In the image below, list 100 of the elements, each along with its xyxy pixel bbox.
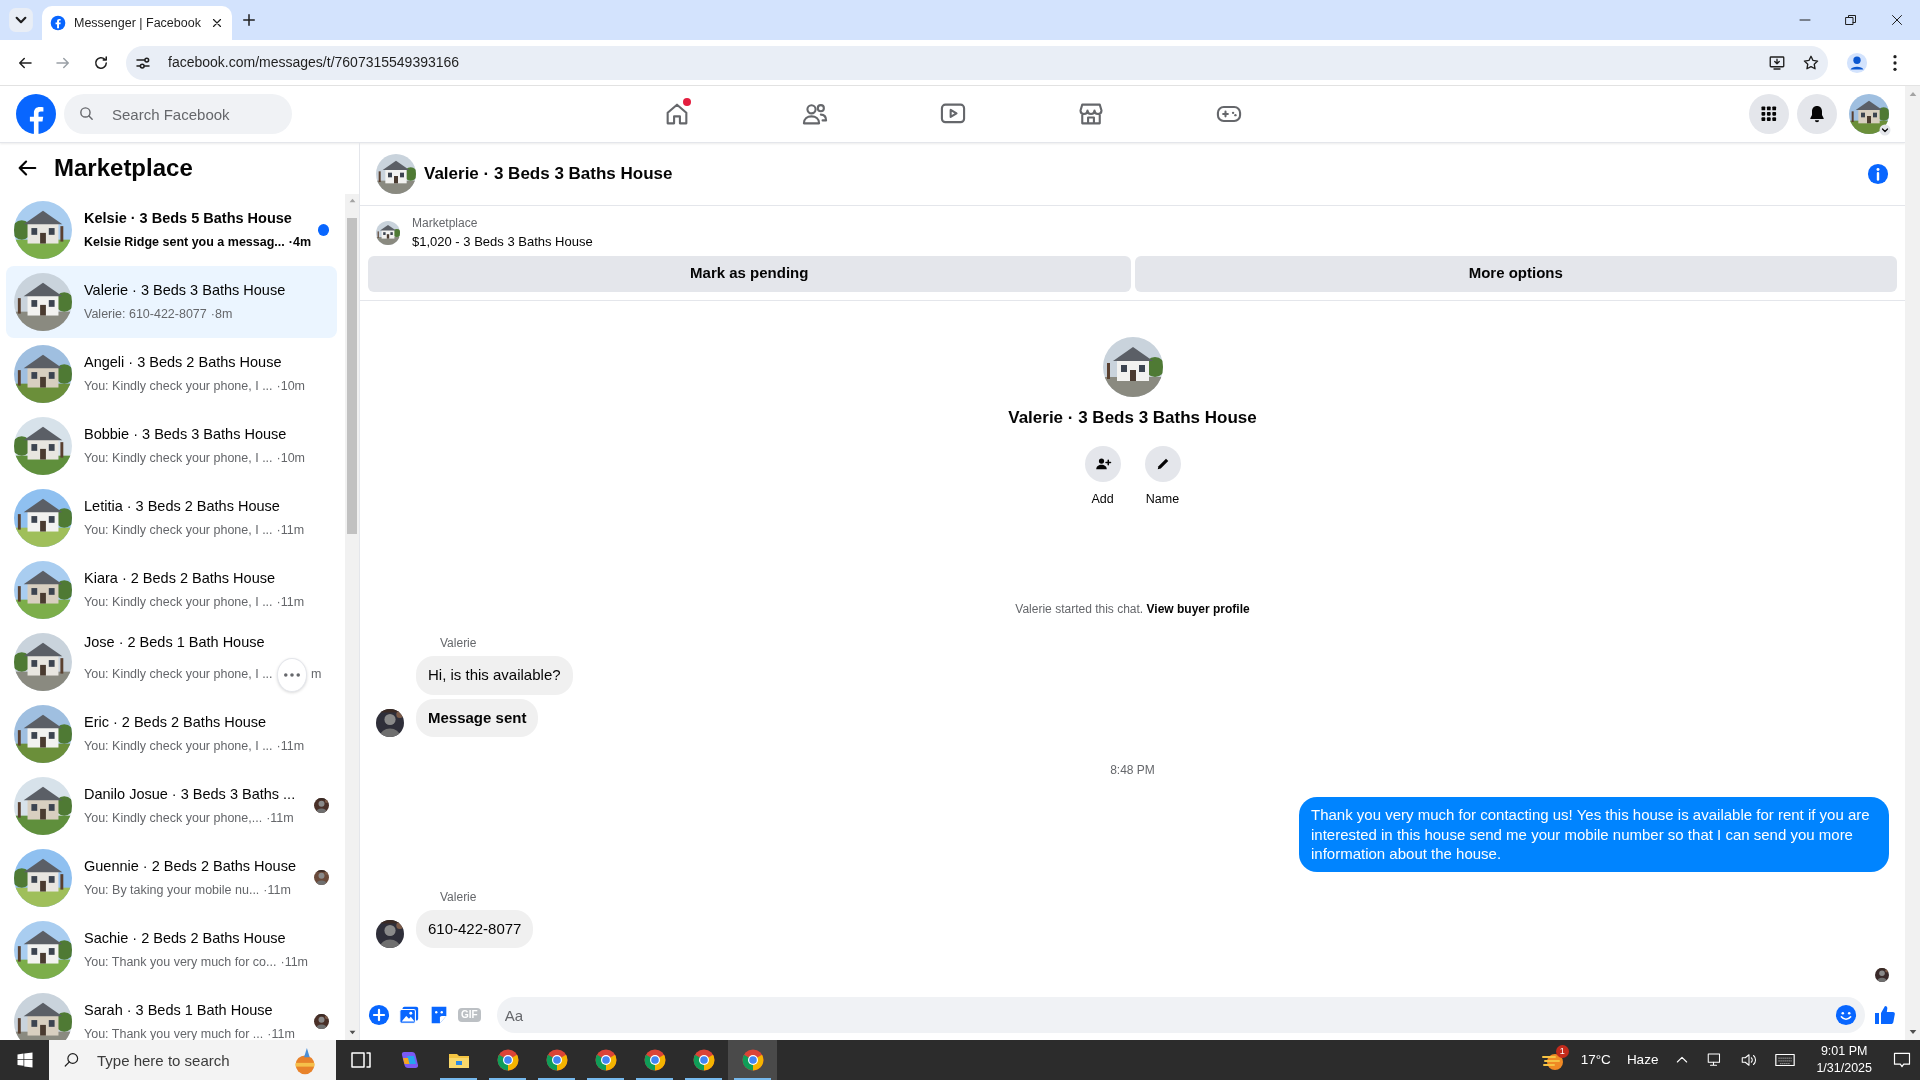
sender-name: Valerie — [440, 636, 477, 650]
star-icon[interactable] — [1802, 53, 1820, 72]
facebook-logo[interactable] — [16, 94, 56, 134]
notification-center-icon[interactable] — [1892, 1050, 1912, 1070]
action-button[interactable]: Mark as pending — [368, 255, 1131, 292]
message-bubble: Message sent — [416, 698, 539, 737]
action-button[interactable]: More options — [1134, 255, 1897, 292]
conversation-title: Valerie · 3 Beds 3 Baths House — [84, 280, 286, 300]
message-preview: You: Kindly check your phone, I ... — [84, 738, 273, 756]
restore-icon[interactable] — [1845, 14, 1857, 26]
notifications-button[interactable] — [1797, 94, 1837, 134]
windows-logo-icon — [15, 1051, 34, 1069]
conversation-title: Angeli · 3 Beds 2 Baths House — [84, 352, 283, 372]
search-icon — [63, 1051, 81, 1069]
browser-icon — [593, 1048, 618, 1072]
tab-title: Messenger | Facebook — [74, 14, 202, 32]
action-label: Name — [1145, 491, 1180, 508]
unread-dot — [317, 223, 330, 236]
taskbar-app[interactable] — [728, 1040, 777, 1080]
conversation-item[interactable]: Danilo Josue · 3 Beds 3 Baths ... You: Kindly check your phone,... ·11m — [6, 769, 338, 842]
message-preview: You: Kindly check your phone, I ... — [84, 522, 273, 540]
conversation-title: Eric · 2 Beds 2 Baths House — [84, 712, 268, 732]
conversation-item[interactable]: Letitia · 3 Beds 2 Baths House You: Kindly check your phone, I ... ·11m — [6, 481, 338, 554]
conversation-item[interactable]: Kiara · 2 Beds 2 Baths House You: Kindly check your phone, I ... ·11m — [6, 553, 338, 626]
add-person-button[interactable] — [1084, 446, 1121, 482]
message-time: ·8m — [210, 306, 233, 324]
message-preview: You: Kindly check your phone, I ... — [84, 594, 273, 612]
message-preview: You: By taking your mobile nu... — [84, 882, 260, 900]
info-icon[interactable] — [1867, 163, 1889, 185]
profile-icon — [1846, 52, 1868, 75]
weather-condition[interactable]: Haze — [1626, 1049, 1659, 1071]
message-preview: Valerie: 610-422-8077 — [84, 306, 207, 324]
ellipsis-icon — [283, 672, 300, 677]
message-time: ·11m — [276, 738, 305, 756]
conversation-item[interactable]: Eric · 2 Beds 2 Baths House You: Kindly check your phone, I ... ·11m — [6, 697, 338, 770]
scrollbar[interactable] — [1905, 86, 1920, 1040]
bell-icon — [1807, 104, 1827, 124]
conversation-item[interactable]: Angeli · 3 Beds 2 Baths House You: Kindly check your phone, I ... ·10m — [6, 337, 338, 410]
taskbar-search-field[interactable]: Type here to search — [49, 1040, 336, 1080]
action-label: Add — [1091, 491, 1114, 508]
message-time: ·11m — [276, 522, 305, 540]
listing-summary[interactable]: $1,020 - 3 Beds 3 Baths House — [412, 232, 593, 252]
conversation-title: Bobbie · 3 Beds 3 Baths House — [84, 424, 288, 444]
listing-label: Marketplace — [412, 215, 479, 232]
search-icon — [78, 105, 95, 122]
chat-title[interactable]: Valerie · 3 Beds 3 Baths House — [424, 161, 1859, 187]
search-field[interactable]: Search Facebook — [64, 94, 292, 134]
scroll-down-icon[interactable] — [1908, 1028, 1917, 1036]
thumbs-up-icon[interactable] — [1873, 1003, 1897, 1027]
message-bubble: Thank you very much for contacting us! Yes this house is available for rent if you are interested in this house send me your mobile number so that I can send you more information about the house. — [1299, 797, 1889, 872]
sidebar-title: Marketplace — [54, 153, 193, 184]
speaker-icon[interactable] — [1740, 1051, 1759, 1069]
message-input[interactable]: Aa — [496, 997, 1865, 1033]
close-icon[interactable] — [210, 16, 224, 30]
temperature-text[interactable]: 17°C — [1580, 1049, 1611, 1071]
scrollbar-thumb[interactable] — [347, 217, 357, 534]
close-icon[interactable] — [1891, 14, 1903, 26]
profile-name: Valerie · 3 Beds 3 Baths House — [1008, 406, 1257, 429]
message-time: m — [310, 666, 322, 684]
message-time: ·10m — [276, 378, 306, 396]
message-preview: You: Kindly check your phone,... — [84, 810, 263, 828]
message-preview: You: Kindly check your phone, I ... — [84, 378, 273, 396]
new-tab-icon[interactable] — [240, 11, 258, 29]
message-preview: Kelsie Ridge sent you a messag... — [84, 234, 285, 252]
message-bubble: 610-422-8077 — [416, 909, 534, 948]
message-time: ·11m — [276, 594, 305, 612]
edit-name-button[interactable] — [1144, 446, 1181, 482]
image-icon[interactable] — [398, 1004, 420, 1026]
conversation-item[interactable]: Jose · 2 Beds 1 Bath House You: Kindly check your phone, I ... m — [6, 625, 338, 698]
chat-notice: Valerie started this chat. View buyer profile — [1015, 601, 1250, 618]
conversation-item[interactable]: Kelsie · 3 Beds 5 Baths House Kelsie Ridge sent you a messag... ·4m — [6, 193, 338, 266]
chevron-down-icon[interactable] — [1879, 124, 1891, 136]
clock-time[interactable]: 9:01 PM — [1820, 1043, 1868, 1060]
scrollbar[interactable] — [345, 193, 359, 1040]
browser-tab[interactable]: Messenger | Facebook — [42, 6, 232, 40]
message-time: ·4m — [288, 234, 311, 252]
conversation-item[interactable]: Valerie · 3 Beds 3 Baths House Valerie: 610-422-8077 ·8m — [6, 265, 338, 338]
conversation-title: Jose · 2 Beds 1 Bath House — [84, 633, 266, 653]
conversation-item[interactable]: Guennie · 2 Beds 2 Baths House You: By taking your mobile nu... ·11m — [6, 841, 338, 914]
browser-icon — [691, 1048, 716, 1072]
conversation-title: Sarah · 3 Beds 1 Bath House — [84, 1000, 274, 1020]
conversation-item[interactable]: Bobbie · 3 Beds 3 Baths House You: Kindly check your phone, I ... ·10m — [6, 409, 338, 482]
conversation-item[interactable]: Sachie · 2 Beds 2 Baths House You: Thank you very much for co... ·11m — [6, 913, 338, 986]
message-preview: You: Thank you very much for co... — [84, 954, 277, 972]
install-app-icon[interactable] — [1768, 53, 1786, 72]
emoji-icon[interactable] — [1835, 1004, 1857, 1026]
conversation-title: Letitia · 3 Beds 2 Baths House — [84, 496, 281, 516]
browser-icon — [740, 1048, 765, 1072]
facebook-icon — [50, 15, 66, 31]
clock-date[interactable]: 1/31/2025 — [1816, 1060, 1872, 1077]
message-preview: You: Kindly check your phone, I ... — [84, 666, 273, 684]
timestamp: 8:48 PM — [1110, 763, 1155, 777]
scroll-down-icon[interactable] — [348, 1029, 356, 1036]
apps-menu-button[interactable] — [1749, 94, 1789, 134]
message-time: ·10m — [276, 450, 306, 468]
tab-search-icon[interactable] — [8, 7, 34, 33]
add-icon[interactable] — [368, 1004, 390, 1026]
buyer-profile-link[interactable]: View buyer profile — [1146, 602, 1250, 616]
message-time: ·11m — [263, 882, 291, 900]
message-bubble: Hi, is this available? — [416, 656, 573, 695]
